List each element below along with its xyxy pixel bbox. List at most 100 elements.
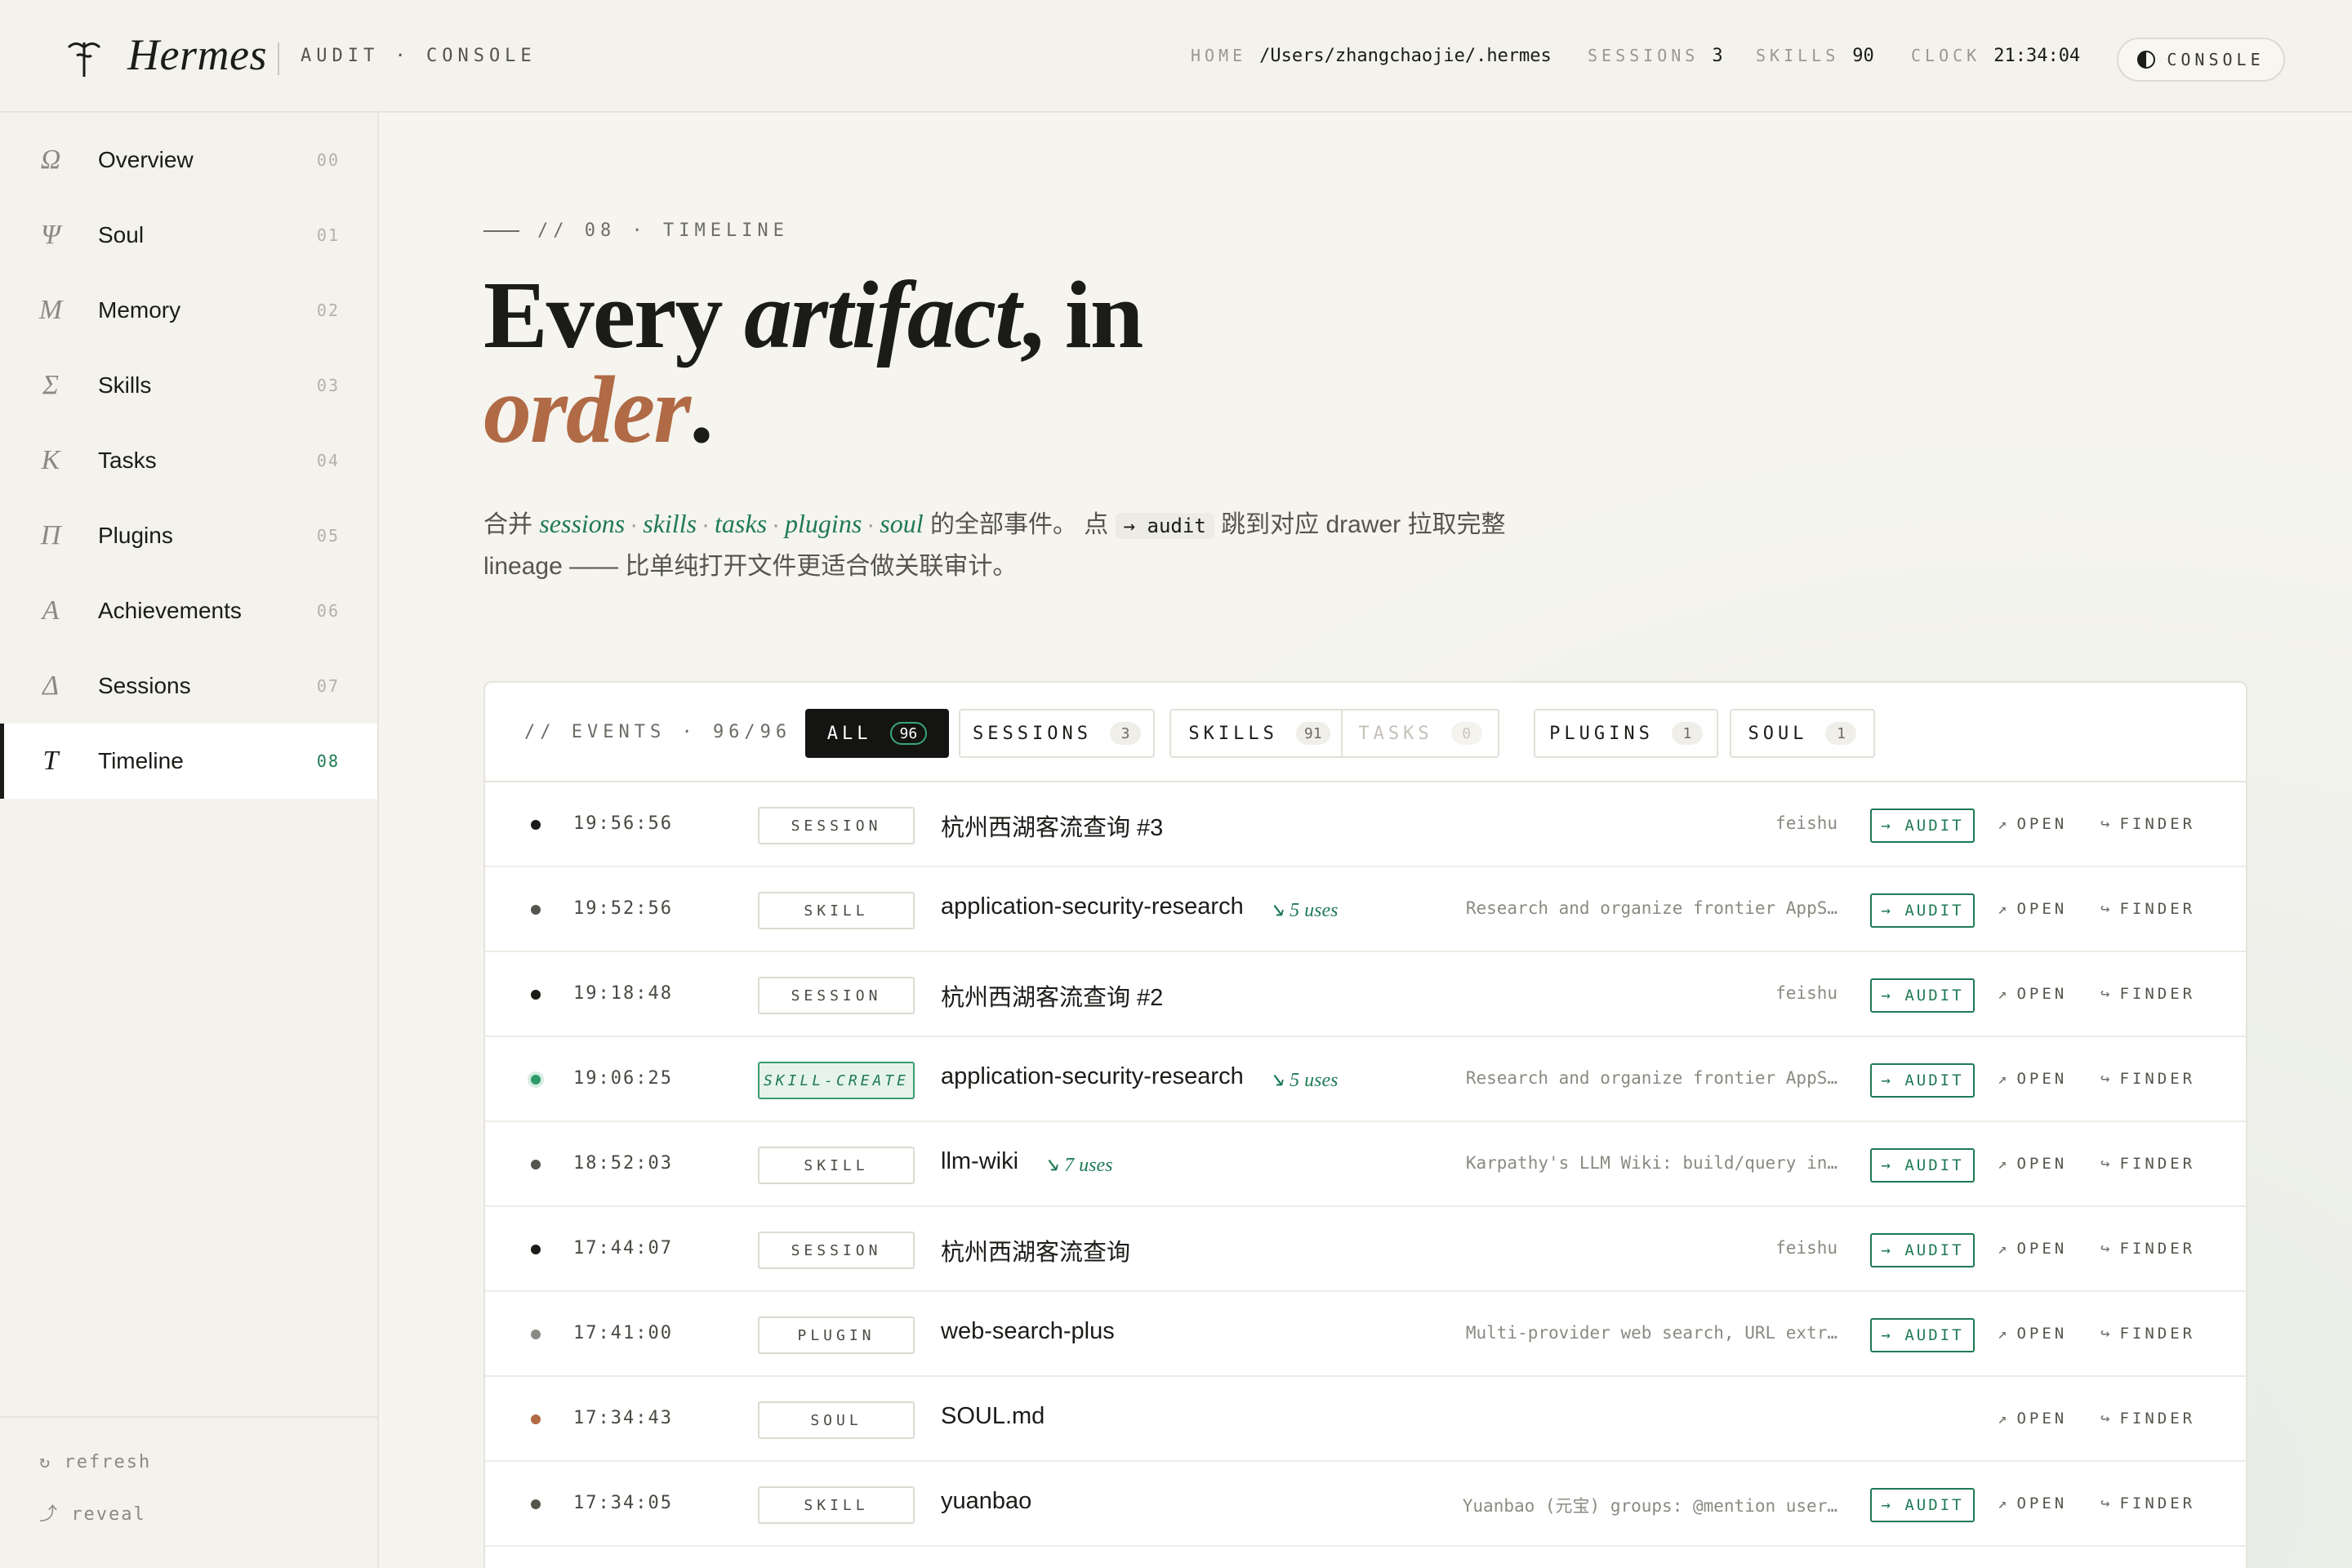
audit-button[interactable]: → AUDIT	[1870, 978, 1975, 1013]
reveal-link[interactable]: ⤴ reveal	[39, 1499, 146, 1526]
open-arrow-icon: ↗	[1998, 1240, 2007, 1258]
event-title[interactable]: llm-wiki	[941, 1148, 1018, 1175]
event-type-badge: PLUGIN	[758, 1316, 915, 1354]
filter-count-badge: 96	[889, 722, 928, 745]
open-label: OPEN	[2016, 1070, 2068, 1088]
event-type-badge: SOUL	[758, 1401, 915, 1439]
sidebar-item-tasks[interactable]: K Tasks 04	[0, 423, 377, 498]
event-title[interactable]: 杭州西湖客流查询 #3	[941, 808, 1163, 843]
audit-button[interactable]: → AUDIT	[1870, 1148, 1975, 1183]
event-row[interactable]: 17:41:00 PLUGIN web-search-plus Multi-provi…	[485, 1292, 2246, 1377]
event-title[interactable]: application-security-research	[941, 893, 1244, 920]
finder-button[interactable]: ↪ FINDER	[2100, 1325, 2195, 1343]
filter-skills[interactable]: SKILLS 91	[1169, 709, 1349, 758]
filter-tasks[interactable]: TASKS 0	[1341, 709, 1499, 758]
event-row[interactable]: 17:44:07 SESSION 杭州西湖客流查询 feishu → AUDIT ↗ OPE…	[485, 1207, 2246, 1292]
finder-button[interactable]: ↪ FINDER	[2100, 1410, 2195, 1428]
open-label: OPEN	[2016, 985, 2068, 1003]
event-status-dot	[531, 990, 541, 1000]
open-label: OPEN	[2016, 1494, 2068, 1512]
filter-plugins[interactable]: PLUGINS 1	[1534, 709, 1718, 758]
sidebar-item-timeline[interactable]: T Timeline 08	[0, 724, 377, 799]
open-button[interactable]: ↗ OPEN	[1998, 900, 2067, 918]
event-status-dot	[531, 1330, 541, 1339]
refresh-link[interactable]: ↻ refresh	[39, 1452, 151, 1472]
finder-button[interactable]: ↪ FINDER	[2100, 1494, 2195, 1512]
event-title[interactable]: web-search-plus	[941, 1318, 1115, 1345]
event-title[interactable]: 杭州西湖客流查询	[941, 1233, 1130, 1267]
event-row[interactable]: 18:52:03 SKILL llm-wiki ↘ 7 uses Karpathy's …	[485, 1122, 2246, 1207]
finder-arrow-icon: ↪	[2100, 1240, 2110, 1258]
sidebar-item-memory[interactable]: M Memory 02	[0, 273, 377, 348]
event-title[interactable]: SOUL.md	[941, 1403, 1045, 1430]
events-title: // EVENTS · 96/96	[524, 722, 792, 742]
finder-button[interactable]: ↪ FINDER	[2100, 815, 2195, 833]
event-row[interactable]: 19:52:56 SKILL application-security-resear…	[485, 867, 2246, 952]
open-arrow-icon: ↗	[1998, 1070, 2007, 1088]
sidebar-item-skills[interactable]: Σ Skills 03	[0, 348, 377, 423]
event-row[interactable]: 19:06:25 SKILL-CREATE application-security…	[485, 1037, 2246, 1122]
open-arrow-icon: ↗	[1998, 1325, 2007, 1343]
brand-name: Hermes	[127, 30, 267, 79]
lede-tag: tasks	[715, 509, 768, 538]
open-button[interactable]: ↗ OPEN	[1998, 1070, 2067, 1088]
finder-button[interactable]: ↪ FINDER	[2100, 1240, 2195, 1258]
finder-label: FINDER	[2119, 1325, 2196, 1343]
open-button[interactable]: ↗ OPEN	[1998, 1240, 2067, 1258]
finder-button[interactable]: ↪ FINDER	[2100, 1070, 2195, 1088]
finder-button[interactable]: ↪ FINDER	[2100, 900, 2195, 918]
open-button[interactable]: ↗ OPEN	[1998, 1155, 2067, 1173]
event-row[interactable]: 19:56:56 SESSION 杭州西湖客流查询 #3 feishu → AUDIT ↗…	[485, 782, 2246, 867]
sidebar-item-label: Overview	[98, 147, 194, 172]
event-row[interactable]: 17:34:43 SOUL SOUL.md ↗ OPEN ↪ FINDER	[485, 1377, 2246, 1462]
event-time: 17:44:07	[573, 1238, 673, 1258]
open-arrow-icon: ↗	[1998, 985, 2007, 1003]
audit-button[interactable]: → AUDIT	[1870, 1233, 1975, 1267]
sidebar-item-achievements[interactable]: A Achievements 06	[0, 573, 377, 648]
sidebar-item-plugins[interactable]: Π Plugins 05	[0, 498, 377, 573]
filter-sessions[interactable]: SESSIONS 3	[959, 709, 1155, 758]
sidebar-item-overview[interactable]: Ω Overview 00	[0, 122, 377, 198]
finder-arrow-icon: ↪	[2100, 1155, 2110, 1173]
open-button[interactable]: ↗ OPEN	[1998, 815, 2067, 833]
finder-arrow-icon: ↪	[2100, 985, 2110, 1003]
events-panel-header: // EVENTS · 96/96 ALL 96 SESSIONS 3 SKILLS 91…	[485, 683, 2246, 782]
event-status-dot	[531, 905, 541, 915]
open-arrow-icon: ↗	[1998, 900, 2007, 918]
event-row[interactable]: 19:18:48 SESSION 杭州西湖客流查询 #2 feishu → AUDIT ↗…	[485, 952, 2246, 1037]
filter-label: PLUGINS	[1549, 723, 1654, 744]
filter-all[interactable]: ALL 96	[805, 709, 949, 758]
open-button[interactable]: ↗ OPEN	[1998, 1410, 2067, 1428]
audit-button[interactable]: → AUDIT	[1870, 1063, 1975, 1098]
audit-button[interactable]: → AUDIT	[1870, 1488, 1975, 1522]
sidebar-item-label: Skills	[98, 372, 152, 398]
page-headline: Every artifact, in order.	[483, 267, 1545, 458]
stat-skills-key: SKILLS	[1756, 46, 1840, 65]
sidebar-item-number: 03	[316, 376, 340, 395]
event-row[interactable]: 17:34:05 SKILL yuanbao Yuanbao (元宝) groups:…	[485, 1462, 2246, 1547]
filter-count-badge: 1	[1825, 722, 1857, 745]
finder-label: FINDER	[2119, 1494, 2196, 1512]
event-title[interactable]: application-security-research	[941, 1063, 1244, 1090]
event-title[interactable]: 杭州西湖客流查询 #2	[941, 978, 1163, 1013]
finder-label: FINDER	[2119, 815, 2196, 833]
sidebar-item-label: Timeline	[98, 748, 184, 773]
open-button[interactable]: ↗ OPEN	[1998, 1494, 2067, 1512]
finder-button[interactable]: ↪ FINDER	[2100, 985, 2195, 1003]
sidebar-item-number: 01	[316, 225, 340, 245]
sidebar-item-soul[interactable]: Ψ Soul 01	[0, 198, 377, 273]
open-button[interactable]: ↗ OPEN	[1998, 985, 2067, 1003]
filter-label: TASKS	[1358, 723, 1433, 744]
event-title[interactable]: yuanbao	[941, 1488, 1031, 1515]
audit-button[interactable]: → AUDIT	[1870, 808, 1975, 843]
half-circle-icon	[2137, 51, 2156, 69]
stat-home-key: HOME	[1191, 46, 1247, 65]
audit-button[interactable]: → AUDIT	[1870, 1318, 1975, 1352]
finder-button[interactable]: ↪ FINDER	[2100, 1155, 2195, 1173]
sidebar-item-sessions[interactable]: Δ Sessions 07	[0, 648, 377, 724]
open-button[interactable]: ↗ OPEN	[1998, 1325, 2067, 1343]
console-button[interactable]: CONSOLE	[2117, 38, 2285, 82]
audit-button[interactable]: → AUDIT	[1870, 893, 1975, 928]
filter-soul[interactable]: SOUL 1	[1730, 709, 1875, 758]
event-type-badge: SESSION	[758, 1232, 915, 1269]
